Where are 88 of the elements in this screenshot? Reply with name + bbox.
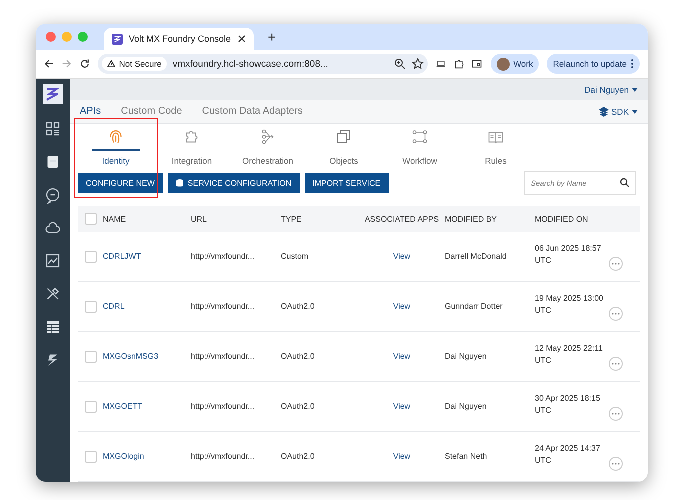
address-bar[interactable]: Not Secure vmxfoundry.hcl-showcase.com:808... — [98, 54, 428, 74]
modified-on-cell-text: 30 Apr 2025 18:15 UTC — [535, 392, 602, 416]
reload-icon[interactable] — [80, 58, 90, 70]
chart-icon[interactable] — [44, 252, 62, 270]
security-badge[interactable]: Not Secure — [102, 57, 167, 71]
name-link[interactable]: CDRL — [103, 302, 125, 311]
puzzle-icon[interactable] — [454, 58, 464, 70]
type-cell: OAuth2.0 — [281, 302, 315, 311]
more-icon — [630, 59, 634, 69]
avatar-icon — [496, 58, 510, 70]
checkbox[interactable] — [85, 213, 97, 225]
profile-button[interactable]: Work — [490, 54, 540, 74]
column-header: ASSOCIATED APPS — [364, 214, 440, 224]
tab[interactable]: APIs — [80, 106, 102, 118]
name-link[interactable]: MXGOsnMSG3 — [103, 352, 159, 361]
checkbox[interactable] — [85, 450, 97, 462]
view-link[interactable]: View — [393, 252, 411, 261]
name-link[interactable]: MXGOlogin — [103, 452, 144, 461]
action-button[interactable]: CONFIGURE NEW — [78, 173, 163, 193]
column-header: MODIFIED BY — [445, 214, 498, 224]
laptop-icon[interactable] — [436, 58, 446, 70]
app-logo-icon — [112, 34, 123, 44]
name-link[interactable]: CDRLJWT — [103, 252, 142, 261]
service-tab[interactable]: Objects — [306, 124, 382, 168]
search-icon[interactable] — [620, 178, 630, 188]
new-tab-button[interactable]: + — [262, 29, 282, 45]
user-menu[interactable]: Dai Nguyen — [584, 84, 638, 95]
view-link[interactable]: View — [393, 302, 411, 311]
sdk-menu[interactable]: SDK — [598, 106, 638, 117]
type-cell: OAuth2.0 — [281, 352, 315, 361]
close-icon[interactable] — [238, 35, 246, 43]
tab[interactable]: Custom Data Adapters — [202, 106, 303, 118]
view-link[interactable]: View — [393, 402, 411, 411]
url-cell: http://vmxfoundr... — [191, 252, 255, 261]
checkbox[interactable] — [85, 350, 97, 362]
star-icon[interactable] — [412, 58, 424, 70]
action-button[interactable]: IMPORT SERVICE — [304, 173, 389, 193]
browser-tab[interactable]: Volt MX Foundry Console — [104, 28, 254, 50]
layers-icon — [598, 106, 609, 117]
service-tab[interactable]: Identity — [78, 124, 154, 168]
search-panel-icon[interactable] — [472, 58, 483, 70]
service-tab[interactable]: Workflow — [382, 124, 458, 168]
type-cell: OAuth2.0 — [281, 452, 315, 461]
service-tab[interactable]: Orchestration — [230, 124, 306, 168]
url-cell: http://vmxfoundr... — [191, 452, 255, 461]
url-text: vmxfoundry.hcl-showcase.com:808... — [172, 58, 328, 70]
modified-by-cell: Darrell McDonald — [445, 252, 507, 261]
modified-by-cell: Stefan Neth — [445, 452, 488, 461]
column-header: TYPE — [281, 214, 302, 224]
workflow-icon — [411, 128, 429, 146]
column-header: NAME — [103, 214, 126, 224]
modified-on-cell-text: 24 Apr 2025 14:37 UTC — [535, 442, 602, 466]
action-button[interactable]: SERVICE CONFIGURATION — [168, 173, 300, 193]
column-header: URL — [191, 214, 208, 224]
relaunch-button[interactable]: Relaunch to update — [547, 54, 640, 74]
tab[interactable]: Custom Code — [121, 106, 182, 118]
back-icon[interactable] — [44, 58, 54, 70]
objects-icon — [335, 128, 353, 146]
url-cell: http://vmxfoundr... — [191, 302, 255, 311]
service-tab[interactable]: Integration — [154, 124, 230, 168]
caret-icon — [632, 110, 638, 114]
table-icon[interactable] — [44, 318, 62, 336]
app-logo-icon[interactable] — [42, 83, 64, 105]
url-cell: http://vmxfoundr... — [191, 402, 255, 411]
url-cell: http://vmxfoundr... — [191, 352, 255, 361]
modified-by-cell: Gunndarr Dotter — [445, 302, 503, 311]
service-tab[interactable]: Rules — [458, 124, 534, 168]
view-link[interactable]: View — [393, 452, 411, 461]
checkbox[interactable] — [85, 300, 97, 312]
chat-icon[interactable] — [44, 186, 62, 204]
checkbox[interactable] — [85, 400, 97, 412]
zoom-icon[interactable] — [394, 58, 406, 70]
caret-icon — [632, 88, 638, 92]
name-link[interactable]: MXGOETT — [103, 402, 143, 411]
type-cell: Custom — [281, 252, 309, 261]
modified-by-cell: Dai Nguyen — [445, 402, 487, 411]
column-header: MODIFIED ON — [535, 214, 588, 224]
modified-on-cell-text: 12 May 2025 22:11 UTC — [535, 342, 604, 366]
checkbox[interactable] — [85, 250, 97, 262]
warning-icon — [107, 60, 116, 68]
view-link[interactable]: View — [393, 352, 411, 361]
modified-on-cell-text: 06 Jun 2025 18:57 UTC — [535, 242, 602, 266]
type-cell: OAuth2.0 — [281, 402, 315, 411]
database-icon — [176, 178, 185, 188]
dashboard-icon[interactable] — [44, 120, 62, 138]
modified-by-cell: Dai Nguyen — [445, 352, 487, 361]
fingerprint-icon — [107, 128, 125, 146]
modified-on-cell-text: 19 May 2025 13:00 UTC — [535, 292, 604, 316]
